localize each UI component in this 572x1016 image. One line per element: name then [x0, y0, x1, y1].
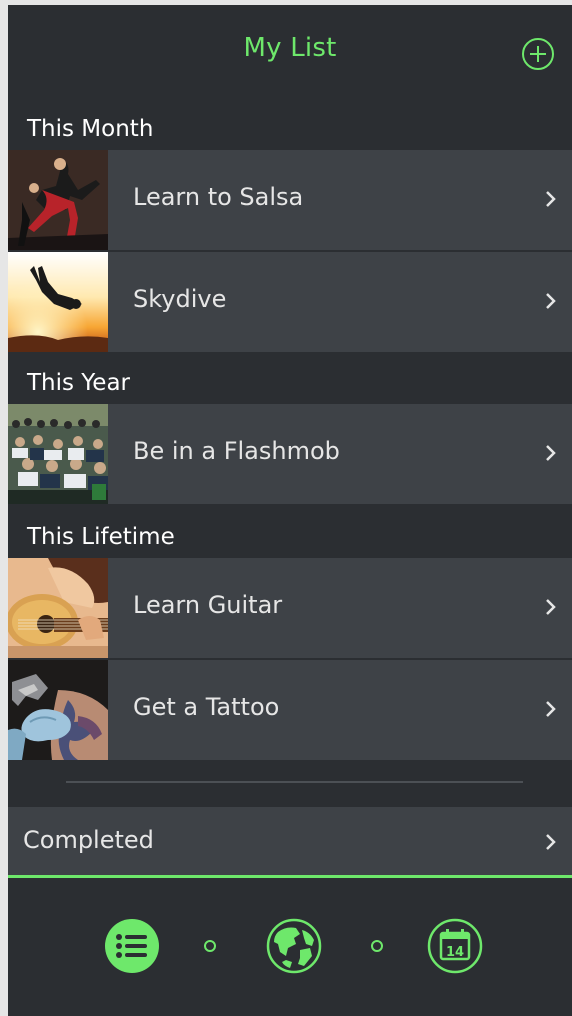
chevron-right-icon [546, 293, 556, 309]
globe-icon [266, 918, 322, 974]
calendar-icon: 14 [427, 918, 483, 974]
header: My List [8, 5, 572, 105]
tab-calendar[interactable]: 14 [427, 918, 483, 974]
page-title: My List [243, 33, 337, 63]
tab-list[interactable] [104, 918, 160, 974]
guitar-player-photo [8, 558, 108, 658]
list-item-label: Get a Tattoo [133, 693, 280, 721]
list-item-label: Learn Guitar [133, 591, 283, 619]
crowd-photo [8, 404, 108, 504]
list-item-skydive[interactable]: Skydive [8, 252, 572, 352]
pager-dot [371, 940, 383, 952]
list-item-learn-guitar[interactable]: Learn Guitar [8, 558, 572, 658]
chevron-right-icon [546, 834, 556, 850]
chevron-right-icon [546, 191, 556, 207]
skydiver-sunset-photo [8, 252, 108, 352]
tab-globe[interactable] [266, 918, 322, 974]
completed-label: Completed [23, 826, 154, 854]
add-button[interactable] [521, 37, 555, 71]
chevron-right-icon [546, 445, 556, 461]
salsa-dancers-photo [8, 150, 108, 250]
pager-dot [204, 940, 216, 952]
chevron-right-icon [546, 599, 556, 615]
list-item-label: Skydive [133, 285, 227, 313]
divider [66, 781, 523, 783]
list-item-label: Be in a Flashmob [133, 437, 340, 465]
list-item-be-in-a-flashmob[interactable]: Be in a Flashmob [8, 404, 572, 504]
calendar-day-number: 14 [446, 945, 464, 960]
section-title-this-lifetime: This Lifetime [27, 524, 175, 550]
list-item-label: Learn to Salsa [133, 183, 304, 211]
completed-row[interactable]: Completed [8, 807, 572, 875]
tab-bar: 14 [8, 878, 572, 1016]
app-window: My List This Month Learn to Salsa Skydiv… [8, 5, 572, 1016]
plus-circle-icon [522, 38, 554, 70]
list-icon [105, 919, 159, 973]
section-title-this-year: This Year [27, 370, 131, 396]
list-item-get-a-tattoo[interactable]: Get a Tattoo [8, 660, 572, 760]
tattoo-artist-photo [8, 660, 108, 760]
chevron-right-icon [546, 701, 556, 717]
list-item-learn-to-salsa[interactable]: Learn to Salsa [8, 150, 572, 250]
section-title-this-month: This Month [27, 116, 154, 142]
